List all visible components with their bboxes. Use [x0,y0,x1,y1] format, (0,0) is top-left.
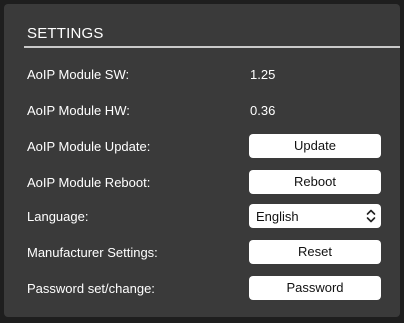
language-select-value: English [256,209,299,224]
aoip-update-label: AoIP Module Update: [27,139,151,154]
settings-title: SETTINGS [27,25,104,42]
reboot-button[interactable]: Reboot [249,170,381,194]
aoip-sw-value: 1.25 [250,67,276,82]
settings-header: SETTINGS [24,24,400,48]
chevron-up-down-icon [366,209,376,223]
manufacturer-label: Manufacturer Settings: [27,245,158,260]
language-select[interactable]: English [249,204,381,228]
manufacturer-row: Manufacturer Settings: Reset [0,240,404,265]
aoip-hw-value: 0.36 [250,103,276,118]
settings-panel: SETTINGS [4,4,400,317]
language-label: Language: [27,209,89,224]
aoip-sw-label: AoIP Module SW: [27,67,130,82]
aoip-reboot-row: AoIP Module Reboot: Reboot [0,170,404,195]
language-row: Language: English [0,204,404,229]
update-button[interactable]: Update [249,134,381,158]
password-button[interactable]: Password [249,276,381,300]
aoip-update-row: AoIP Module Update: Update [0,134,404,159]
aoip-reboot-label: AoIP Module Reboot: [27,175,151,190]
aoip-hw-label: AoIP Module HW: [27,103,130,118]
aoip-sw-row: AoIP Module SW: 1.25 [0,62,404,87]
password-row: Password set/change: Password [0,276,404,301]
aoip-hw-row: AoIP Module HW: 0.36 [0,98,404,123]
password-label: Password set/change: [27,281,155,296]
reset-button[interactable]: Reset [249,240,381,264]
